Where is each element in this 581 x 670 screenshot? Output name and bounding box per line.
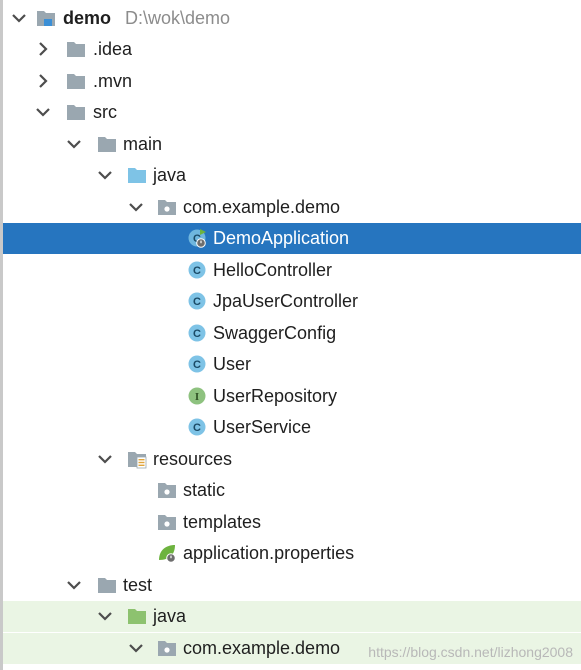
tree-label-resources: resources	[153, 449, 233, 469]
class-icon: C	[188, 261, 206, 279]
project-tree: demo D:\wok\demo .idea .mvn src main jav…	[0, 0, 581, 670]
package-icon	[158, 641, 176, 656]
tree-row-idea[interactable]: .idea	[3, 34, 581, 65]
interface-icon: I	[188, 387, 206, 405]
chevron-down-icon[interactable]	[65, 135, 83, 153]
tree-row-interface-userrepository[interactable]: I UserRepository	[3, 381, 581, 412]
chevron-down-icon[interactable]	[65, 576, 83, 594]
folder-icon	[67, 74, 85, 89]
package-icon	[158, 515, 176, 530]
spring-properties-icon	[159, 545, 176, 563]
package-icon	[158, 200, 176, 215]
tree-label-class: SwaggerConfig	[213, 323, 337, 343]
tree-label-idea: .idea	[93, 39, 133, 59]
chevron-down-icon[interactable]	[127, 198, 145, 216]
tree-row-test[interactable]: test	[3, 570, 581, 601]
tree-label-main-package: com.example.demo	[183, 197, 341, 217]
class-icon: C	[188, 292, 206, 310]
chevron-down-icon[interactable]	[10, 9, 28, 27]
project-path: D:\wok\demo	[125, 8, 231, 28]
tree-label-class: JpaUserController	[213, 291, 359, 311]
tree-row-main-package[interactable]: com.example.demo	[3, 192, 581, 223]
tree-label-test-package: com.example.demo	[183, 638, 341, 658]
chevron-down-icon[interactable]	[96, 607, 114, 625]
watermark: https://blog.csdn.net/lizhong2008	[368, 644, 573, 660]
module-folder-icon	[37, 11, 55, 26]
class-run-icon: C	[188, 229, 206, 248]
project-name: demo	[63, 8, 112, 28]
chevron-right-icon[interactable]	[34, 40, 52, 58]
folder-icon	[98, 137, 116, 152]
class-icon: C	[188, 355, 206, 373]
tree-row-src[interactable]: src	[3, 97, 581, 128]
tree-label-class: HelloController	[213, 260, 333, 280]
tree-row-main[interactable]: main	[3, 129, 581, 160]
svg-text:C: C	[193, 296, 201, 308]
tree-row-static[interactable]: static	[3, 475, 581, 506]
chevron-down-icon[interactable]	[127, 639, 145, 657]
tree-row-class-jpausercontroller[interactable]: C JpaUserController	[3, 286, 581, 317]
tree-row-test-java[interactable]: java	[3, 601, 581, 632]
chevron-down-icon[interactable]	[96, 166, 114, 184]
tree-row-mvn[interactable]: .mvn	[3, 66, 581, 97]
tree-row-class-swaggerconfig[interactable]: C SwaggerConfig	[3, 318, 581, 349]
chevron-right-icon[interactable]	[34, 72, 52, 90]
resources-folder-icon	[128, 452, 147, 469]
tree-label-main: main	[123, 134, 163, 154]
tree-label-application-properties: application.properties	[183, 543, 355, 563]
tree-row-class-user[interactable]: C User	[3, 349, 581, 380]
tree-label-class: DemoApplication	[213, 228, 350, 248]
class-icon: C	[188, 324, 206, 342]
tree-label-test-java: java	[153, 606, 187, 626]
folder-icon	[67, 42, 85, 57]
tree-row-main-java[interactable]: java	[3, 160, 581, 191]
tree-label-static: static	[183, 480, 226, 500]
folder-icon	[98, 578, 116, 593]
tree-row-project-root[interactable]: demo D:\wok\demo	[3, 3, 581, 34]
tree-label-src: src	[93, 102, 117, 122]
class-icon: C	[188, 418, 206, 436]
tree-row-class-demoapplication[interactable]: C DemoApplication	[3, 223, 581, 254]
tree-label-main-java: java	[153, 165, 187, 185]
svg-text:C: C	[193, 265, 201, 277]
source-folder-icon	[128, 168, 146, 183]
svg-text:C: C	[193, 359, 201, 371]
chevron-down-icon[interactable]	[96, 450, 114, 468]
svg-text:I: I	[195, 391, 199, 403]
tree-row-class-userservice[interactable]: C UserService	[3, 412, 581, 443]
test-source-folder-icon	[128, 609, 146, 624]
svg-text:C: C	[193, 328, 201, 340]
tree-row-resources[interactable]: resources	[3, 444, 581, 475]
tree-label-test: test	[123, 575, 153, 595]
tree-row-application-properties[interactable]: application.properties	[3, 538, 581, 569]
folder-icon	[67, 105, 85, 120]
tree-row-templates[interactable]: templates	[3, 507, 581, 538]
chevron-down-icon[interactable]	[34, 103, 52, 121]
package-icon	[158, 483, 176, 498]
svg-text:C: C	[193, 422, 201, 434]
tree-label-class: UserService	[213, 417, 312, 437]
tree-label-templates: templates	[183, 512, 262, 532]
tree-label-class: UserRepository	[213, 386, 338, 406]
tree-label-mvn: .mvn	[93, 71, 133, 91]
tree-row-class-hellocontroller[interactable]: C HelloController	[3, 255, 581, 286]
tree-label-class: User	[213, 354, 252, 374]
